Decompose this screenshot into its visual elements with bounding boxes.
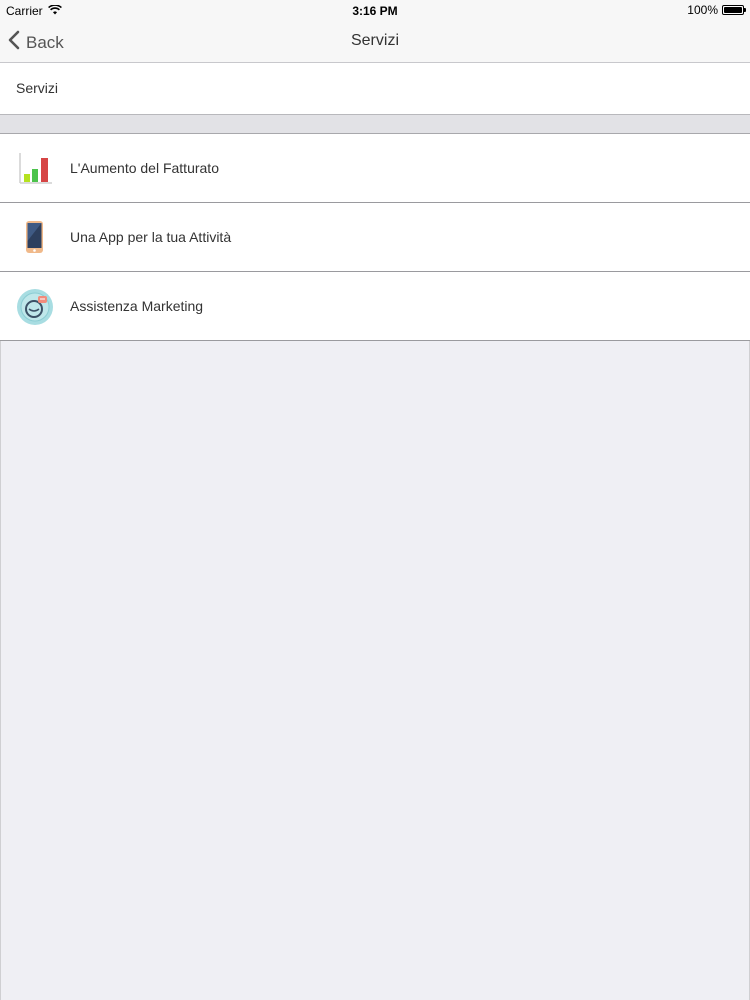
list-item-marketing[interactable]: Assistenza Marketing (0, 272, 750, 341)
list-item-label: Una App per la tua Attività (70, 229, 232, 245)
battery-fill (724, 7, 742, 13)
list-item-app[interactable]: Una App per la tua Attività (0, 203, 750, 272)
services-list: L'Aumento del Fatturato Una App per la t… (0, 134, 750, 341)
section-header-label: Servizi (16, 80, 59, 96)
bar-chart-icon (16, 150, 54, 188)
list-item-label: Assistenza Marketing (70, 298, 204, 314)
section-separator (0, 115, 750, 134)
status-bar: Carrier 3:16 PM 100% (0, 0, 750, 21)
section-header: Servizi (0, 63, 750, 115)
navigation-bar: Back Servizi (0, 21, 750, 63)
marketing-support-icon (16, 288, 54, 326)
page-title: Servizi (350, 32, 399, 49)
list-item-fatturato[interactable]: L'Aumento del Fatturato (0, 134, 750, 203)
battery-percent: 100% (687, 3, 718, 17)
battery-icon (722, 5, 746, 15)
status-time: 3:16 PM (352, 4, 398, 18)
list-item-label: L'Aumento del Fatturato (70, 160, 219, 176)
smartphone-icon (16, 219, 54, 257)
battery-group: 100% (687, 3, 746, 17)
